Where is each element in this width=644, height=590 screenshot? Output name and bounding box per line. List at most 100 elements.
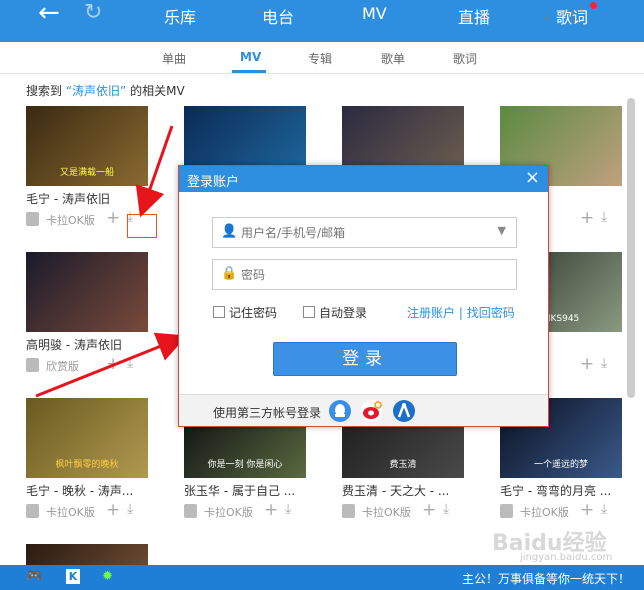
mv-card[interactable]: 高明骏 - 涛声依旧 欣赏版 + ⤓ xyxy=(26,252,148,374)
thumbnail-caption: 一个遥远的梦 xyxy=(533,460,588,470)
gamepad-icon[interactable]: 🎮 xyxy=(26,569,42,584)
remember-password-checkbox[interactable] xyxy=(213,306,225,318)
version-badge-icon xyxy=(26,358,39,372)
download-icon[interactable]: ⤓ xyxy=(285,501,291,517)
mv-title[interactable]: 费玉清 - 天之大 - ... xyxy=(342,482,472,499)
version-badge-icon xyxy=(184,504,197,518)
mv-actions: 卡拉OK版 + ⤓ xyxy=(26,500,166,520)
mv-thumbnail[interactable] xyxy=(26,544,148,565)
username-field[interactable]: 👤 ▼ xyxy=(212,217,517,248)
search-prefix: 搜索到 xyxy=(26,84,63,98)
download-icon[interactable]: ⤓ xyxy=(443,501,449,517)
download-icon[interactable]: ⤓ xyxy=(601,355,607,371)
tab-playlists[interactable]: 歌单 xyxy=(381,50,405,67)
version-label: 卡拉OK版 xyxy=(204,506,253,519)
game-app-icon[interactable]: ✹ xyxy=(102,569,113,584)
version-label: 卡拉OK版 xyxy=(46,506,95,519)
account-links: 注册账户 | 找回密码 xyxy=(407,304,515,321)
password-field[interactable]: 🔒 xyxy=(212,259,517,290)
renren-icon[interactable] xyxy=(393,400,415,422)
mv-actions: 卡拉OK版 + ⤓ xyxy=(500,500,640,520)
refresh-icon[interactable]: ↻ xyxy=(84,2,102,24)
version-badge-icon xyxy=(26,212,39,226)
version-badge-icon xyxy=(342,504,355,518)
add-icon[interactable]: + xyxy=(580,500,594,520)
username-input[interactable] xyxy=(241,223,481,243)
add-icon[interactable]: + xyxy=(422,500,436,520)
download-icon[interactable]: ⤓ xyxy=(127,501,133,517)
mv-title[interactable]: 毛宁 - 弯弯的月亮 ... xyxy=(500,482,630,499)
k-song-icon[interactable]: K xyxy=(66,569,80,584)
nav-item-lyrics[interactable]: 歌词 xyxy=(556,4,588,28)
lock-icon: 🔒 xyxy=(221,266,238,281)
tab-lyrics[interactable]: 歌词 xyxy=(453,50,477,67)
nav-item-library[interactable]: 乐库 xyxy=(164,4,196,28)
add-icon[interactable]: + xyxy=(580,354,594,374)
notification-dot xyxy=(590,2,597,9)
search-suffix: 的相关MV xyxy=(130,84,185,98)
mv-card[interactable]: 枫叶飘零的晚秋 毛宁 - 晚秋 - 涛声... 卡拉OK版 + ⤓ xyxy=(26,398,148,520)
search-result-summary: 搜索到 “涛声依旧” 的相关MV xyxy=(26,82,185,99)
mv-actions: 欣赏版 + ⤓ xyxy=(26,354,166,374)
qq-icon[interactable] xyxy=(329,400,351,422)
search-keyword[interactable]: “涛声依旧” xyxy=(66,84,126,98)
dialog-title: 登录账户 xyxy=(187,175,240,190)
thumbnail-caption: 你是一刻 你是闲心 xyxy=(207,460,283,470)
mv-thumbnail[interactable] xyxy=(26,252,148,332)
third-party-label: 使用第三方帐号登录 xyxy=(213,406,322,420)
auto-login-checkbox[interactable] xyxy=(303,306,315,318)
mv-actions: 卡拉OK版 + ⤓ xyxy=(342,500,482,520)
thumbnail-caption: 费玉清 xyxy=(389,460,417,470)
chevron-down-icon[interactable]: ▼ xyxy=(498,224,506,237)
mv-title[interactable]: 高明骏 - 涛声依旧 xyxy=(26,336,156,353)
add-icon[interactable]: + xyxy=(106,208,120,228)
version-label: 卡拉OK版 xyxy=(362,506,411,519)
password-input[interactable] xyxy=(241,265,481,285)
footer-slogan[interactable]: 主公！万事俱备等你一统天下！ xyxy=(462,570,630,587)
nav-item-radio[interactable]: 电台 xyxy=(262,4,294,28)
thumbnail-caption: 枫叶飘零的晚秋 xyxy=(55,460,119,470)
download-highlight-box xyxy=(127,214,157,238)
mv-title[interactable]: 毛宁 - 晚秋 - 涛声... xyxy=(26,482,156,499)
add-icon[interactable]: + xyxy=(580,208,594,228)
register-link[interactable]: 注册账户 xyxy=(407,306,455,320)
tab-songs[interactable]: 单曲 xyxy=(162,50,186,67)
watermark-url: jingyan.baidu.com xyxy=(520,552,613,563)
close-icon[interactable]: × xyxy=(525,167,540,188)
mv-card[interactable]: 又是满载一船 毛宁 - 涛声依旧 卡拉OK版 + ⤓ xyxy=(26,106,148,228)
sub-tab-bar: 单曲 MV 专辑 歌单 歌词 xyxy=(0,42,644,74)
nav-item-mv[interactable]: MV xyxy=(362,4,387,23)
add-icon[interactable]: + xyxy=(106,500,120,520)
nav-item-live[interactable]: 直播 xyxy=(458,4,490,28)
add-icon[interactable]: + xyxy=(264,500,278,520)
version-label: 卡拉OK版 xyxy=(46,214,95,227)
auto-login-label[interactable]: 自动登录 xyxy=(319,304,367,321)
scrollbar[interactable] xyxy=(627,98,635,398)
dialog-header: 登录账户 × xyxy=(179,166,548,192)
version-badge-icon xyxy=(26,504,39,518)
add-icon[interactable]: + xyxy=(106,354,120,374)
active-tab-indicator xyxy=(232,70,266,73)
thumbnail-caption: 又是满载一船 xyxy=(59,168,114,178)
tab-mv[interactable]: MV xyxy=(240,50,261,64)
top-nav-bar: ← ↻ 乐库 电台 MV 直播 歌词 xyxy=(0,0,644,42)
version-label: 卡拉OK版 xyxy=(520,506,569,519)
mv-thumbnail[interactable]: 枫叶飘零的晚秋 xyxy=(26,398,148,478)
link-separator: | xyxy=(458,306,463,320)
recover-password-link[interactable]: 找回密码 xyxy=(467,306,515,320)
download-icon[interactable]: ⤓ xyxy=(601,501,607,517)
download-icon[interactable]: ⤓ xyxy=(601,209,607,225)
mv-title[interactable]: 毛宁 - 涛声依旧 xyxy=(26,190,156,207)
tab-albums[interactable]: 专辑 xyxy=(308,50,332,67)
user-icon: 👤 xyxy=(221,224,238,239)
mv-title[interactable]: 张玉华 - 属于自己 ... xyxy=(184,482,314,499)
login-dialog: 登录账户 × 👤 ▼ 🔒 记住密码 自动登录 注册账户 | 找回密码 登录 使用… xyxy=(178,165,549,427)
download-icon[interactable]: ⤓ xyxy=(127,355,133,371)
mv-actions: 卡拉OK版 + ⤓ xyxy=(184,500,324,520)
mv-thumbnail[interactable]: 又是满载一船 xyxy=(26,106,148,186)
remember-password-label[interactable]: 记住密码 xyxy=(229,304,277,321)
bottom-status-bar: 🎮 K ✹ 主公！万事俱备等你一统天下！ xyxy=(0,565,644,590)
back-arrow-icon[interactable]: ← xyxy=(38,0,60,26)
login-button[interactable]: 登录 xyxy=(273,342,457,376)
weibo-icon[interactable] xyxy=(361,400,383,422)
